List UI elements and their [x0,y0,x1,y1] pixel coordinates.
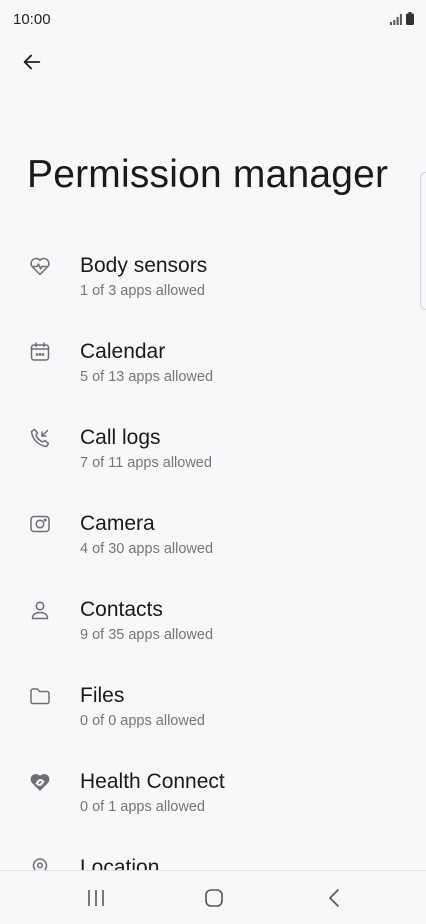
home-icon [205,889,223,907]
status-icons [390,12,414,25]
permission-summary: 0 of 0 apps allowed [80,713,205,729]
recent-apps-button[interactable] [70,879,122,917]
permission-label: Body sensors [80,254,208,277]
arrow-left-icon [23,54,41,70]
permission-item-health-connect[interactable]: Health Connect 0 of 1 apps allowed [0,738,426,824]
navigation-bar [0,870,426,924]
permission-summary: 1 of 3 apps allowed [80,283,205,299]
back-nav-button[interactable] [308,879,360,917]
permission-item-location[interactable]: Location [0,824,426,870]
permission-summary: 7 of 11 apps allowed [80,455,212,471]
folder-icon [30,688,50,705]
permission-item-files[interactable]: Files 0 of 0 apps allowed [0,652,426,738]
heart-pulse-icon [30,257,50,276]
page-title: Permission manager [27,153,389,196]
health-connect-icon [30,774,50,791]
recent-apps-icon [88,890,104,906]
permission-summary: 9 of 35 apps allowed [80,627,214,643]
permission-label: Camera [80,512,155,535]
back-button[interactable] [12,42,52,82]
permission-label: Call logs [80,426,161,449]
permission-summary: 4 of 30 apps allowed [80,541,214,557]
permission-item-calendar[interactable]: Calendar 5 of 13 apps allowed [0,308,426,394]
permission-item-contacts[interactable]: Contacts 9 of 35 apps allowed [0,566,426,652]
location-icon [32,858,48,870]
permission-item-camera[interactable]: Camera 4 of 30 apps allowed [0,480,426,566]
permission-label: Calendar [80,340,166,363]
home-button[interactable] [188,879,240,917]
status-time: 10:00 [13,11,51,28]
permission-item-body-sensors[interactable]: Body sensors 1 of 3 apps allowed [0,222,426,308]
signal-icon [390,14,402,25]
status-bar: 10:00 [0,0,426,40]
permission-label: Health Connect [80,770,225,793]
chevron-left-icon [329,889,339,907]
calendar-icon [30,342,50,361]
permission-label: Contacts [80,598,163,621]
battery-icon [406,12,414,25]
call-log-icon [30,428,50,448]
contacts-icon [31,601,49,620]
permission-summary: 0 of 1 apps allowed [80,799,205,815]
permission-item-call-logs[interactable]: Call logs 7 of 11 apps allowed [0,394,426,480]
camera-icon [30,515,50,533]
permission-list: Body sensors 1 of 3 apps allowed Calenda… [0,222,426,870]
permission-label: Files [80,684,125,707]
permission-label: Location [80,856,160,870]
permission-summary: 5 of 13 apps allowed [80,369,214,385]
